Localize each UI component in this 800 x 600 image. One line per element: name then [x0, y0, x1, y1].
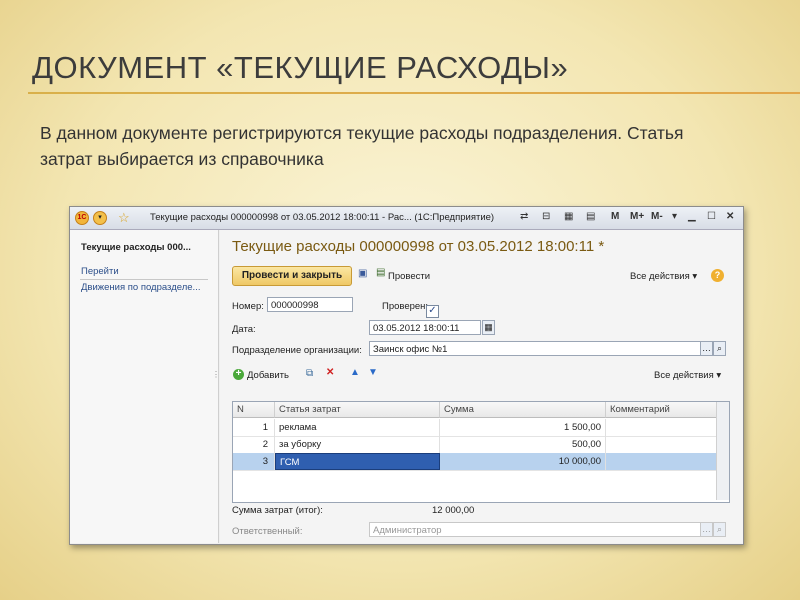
memory-mplus-button[interactable]: M+ [630, 211, 644, 222]
slide-body-text: В данном документе регистрируются текущи… [40, 123, 684, 169]
number-field[interactable]: 000000998 [267, 297, 353, 312]
table-header-sum[interactable]: Сумма [440, 402, 606, 418]
calendar-picker-icon[interactable]: ▦ [482, 320, 495, 335]
sidebar-section-header: Перейти [81, 266, 119, 277]
all-actions-menu[interactable]: Все действия ▾ [630, 271, 697, 282]
table-header-n[interactable]: N [233, 402, 275, 418]
window-title: Текущие расходы 000000998 от 03.05.2012 … [150, 212, 495, 223]
row-comment[interactable] [606, 453, 727, 470]
post-and-close-button[interactable]: Провести и закрыть [232, 266, 352, 286]
chevron-down-icon[interactable]: ▾ [672, 211, 677, 222]
sidebar-item-movements[interactable]: Движения по подразделе... [81, 282, 200, 293]
post-icon[interactable]: ▤ [376, 267, 385, 278]
add-row-icon[interactable]: + [233, 369, 244, 380]
title-underline [28, 92, 800, 94]
total-label: Сумма затрат (итог): [232, 505, 323, 516]
search-icon[interactable]: ⌕ [713, 341, 726, 356]
row-sum[interactable]: 10 000,00 [440, 453, 606, 470]
calculator-icon[interactable]: ▦ [564, 211, 573, 222]
row-number: 3 [233, 453, 275, 470]
document-form: Текущие расходы 000000998 от 03.05.2012 … [220, 230, 743, 543]
navigation-sidebar: Текущие расходы 000... Перейти Движения … [70, 230, 220, 543]
row-number: 2 [233, 436, 275, 453]
row-item[interactable]: за уборку [275, 436, 440, 453]
org-unit-field[interactable]: Заинск офис №1 [369, 341, 701, 356]
slide-title: ДОКУМЕНТ «ТЕКУЩИЕ РАСХОДЫ» [32, 50, 569, 85]
document-heading: Текущие расходы 000000998 от 03.05.2012 … [232, 238, 605, 255]
expenses-table[interactable]: N Статья затрат Сумма Комментарий 1 рекл… [232, 401, 730, 503]
table-header-item[interactable]: Статья затрат [275, 402, 440, 418]
move-down-icon[interactable]: ▼ [368, 367, 378, 378]
app-window: 1С ▾ ☆ Текущие расходы 000000998 от 03.0… [69, 206, 744, 545]
copy-row-icon[interactable]: ⧉ [306, 368, 313, 379]
row-comment[interactable] [606, 419, 727, 436]
table-row[interactable]: 1 реклама 1 500,00 [233, 419, 727, 437]
help-icon[interactable]: ? [711, 269, 724, 282]
org-unit-label-visible: Подразделение организации: [232, 345, 362, 356]
responsible-field[interactable]: Администратор [369, 522, 701, 537]
splitter-handle[interactable]: ⋮ [212, 370, 220, 379]
table-header-comment[interactable]: Комментарий [606, 402, 727, 418]
calendar-icon[interactable]: ▤ [586, 211, 595, 222]
minimize-button[interactable]: ▁ [688, 211, 696, 222]
post-button[interactable]: Провести [388, 271, 430, 282]
maximize-button[interactable]: ☐ [707, 211, 716, 222]
date-field[interactable]: 03.05.2012 18:00:11 [369, 320, 481, 335]
favorite-star-icon[interactable]: ☆ [118, 211, 132, 225]
checked-checkbox[interactable]: ✓ [426, 305, 439, 318]
sidebar-divider [80, 279, 208, 280]
row-item[interactable]: реклама [275, 419, 440, 436]
history-icon[interactable]: ⊟ [542, 211, 550, 222]
row-item-active-cell[interactable]: ГСМ [275, 453, 440, 470]
date-label: Дата: [232, 324, 256, 335]
window-titlebar: 1С ▾ ☆ Текущие расходы 000000998 от 03.0… [70, 207, 743, 230]
table-scrollbar[interactable] [716, 402, 729, 500]
dropdown-menu-icon[interactable]: ▾ [93, 211, 107, 225]
save-icon[interactable]: ▣ [358, 268, 367, 279]
delete-row-icon[interactable]: ✕ [326, 367, 334, 378]
responsible-ellipsis-button[interactable]: … [700, 522, 713, 537]
arrows-icon[interactable]: ⇄ [520, 211, 528, 222]
total-value: 12 000,00 [432, 505, 475, 516]
memory-m-button[interactable]: M [611, 211, 619, 222]
sidebar-doc-link[interactable]: Текущие расходы 000... [81, 242, 191, 253]
table-row-selected[interactable]: 3 ГСМ 10 000,00 [233, 453, 727, 471]
ellipsis-select-button[interactable]: … [700, 341, 713, 356]
number-label: Номер: [232, 301, 264, 312]
row-number: 1 [233, 419, 275, 436]
row-comment[interactable] [606, 436, 727, 453]
app-logo-icon[interactable]: 1С [75, 211, 89, 225]
move-up-icon[interactable]: ▲ [350, 367, 360, 378]
table-all-actions-menu[interactable]: Все действия ▾ [654, 370, 721, 381]
memory-mminus-button[interactable]: M- [651, 211, 663, 222]
table-row[interactable]: 2 за уборку 500,00 [233, 436, 727, 454]
responsible-search-icon[interactable]: ⌕ [713, 522, 726, 537]
close-button[interactable]: ✕ [726, 211, 734, 222]
responsible-label: Ответственный: [232, 526, 303, 537]
checked-label: Проверен: [382, 301, 429, 312]
row-sum[interactable]: 1 500,00 [440, 419, 606, 436]
row-sum[interactable]: 500,00 [440, 436, 606, 453]
add-row-button[interactable]: Добавить [247, 370, 289, 381]
